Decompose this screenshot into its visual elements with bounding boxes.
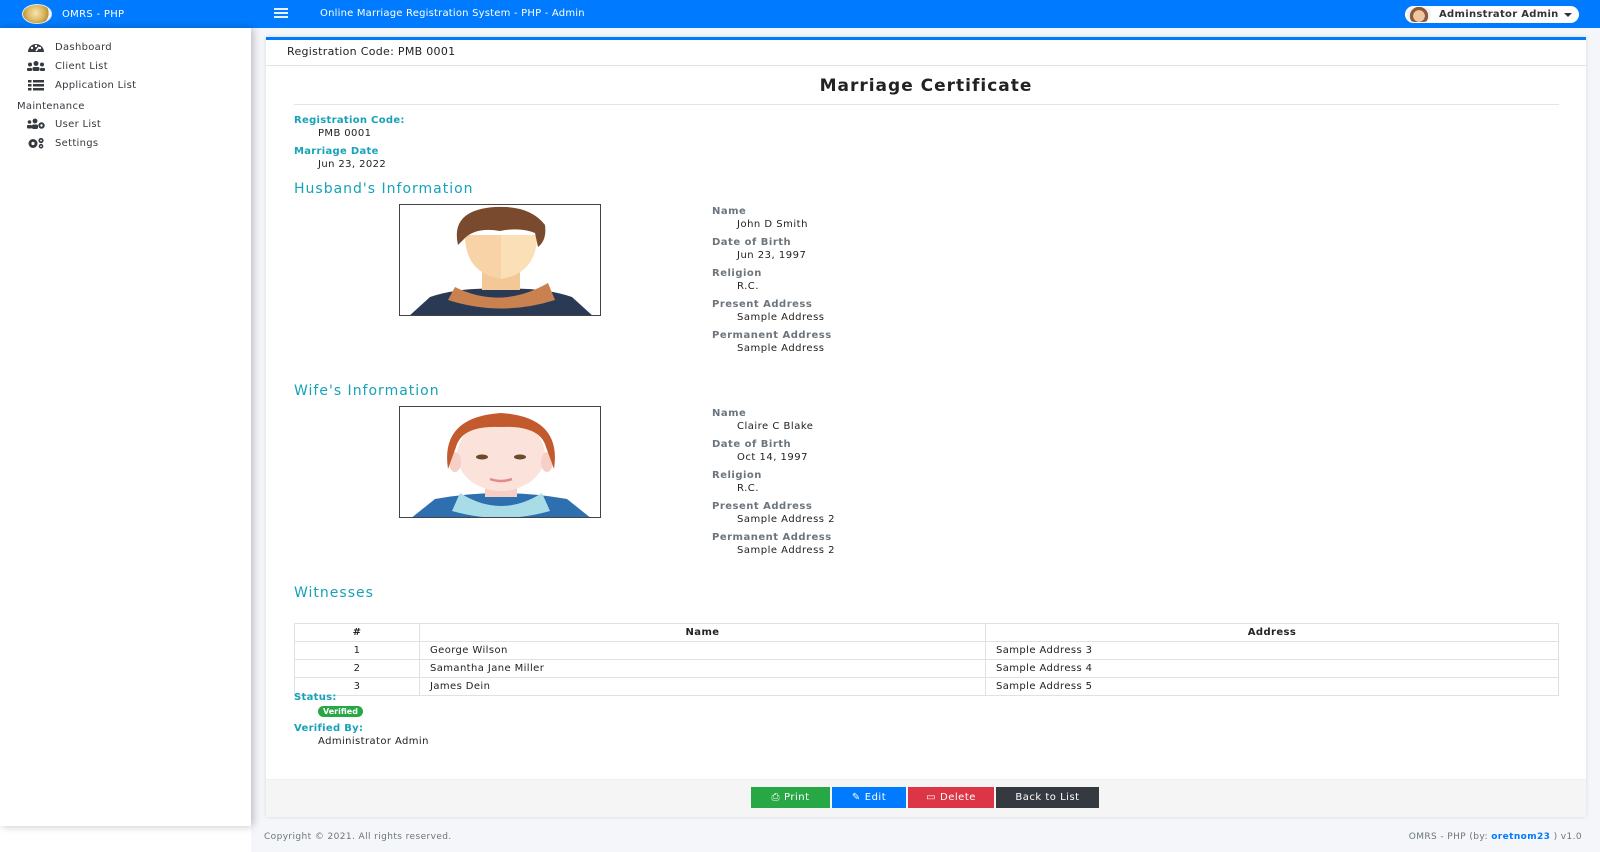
print-button[interactable]: ⎙ Print bbox=[751, 787, 830, 808]
copyright-text: Copyright © 2021. All rights reserved. bbox=[264, 832, 452, 842]
husband-section-title: Husband's Information bbox=[294, 181, 474, 197]
wife-present-address-value: Sample Address 2 bbox=[737, 514, 836, 525]
sidebar-item-settings[interactable]: Settings bbox=[25, 137, 98, 149]
hamburger-icon[interactable] bbox=[274, 8, 288, 19]
witness-number: 1 bbox=[294, 641, 420, 660]
users-cog-icon bbox=[25, 118, 47, 130]
sidebar-item-label: Dashboard bbox=[55, 41, 112, 53]
wife-present-address-label: Present Address bbox=[712, 501, 813, 512]
card-header: Registration Code: PMB 0001 bbox=[266, 40, 1586, 66]
sidebar-item-label: Application List bbox=[55, 79, 137, 91]
husband-dob-label: Date of Birth bbox=[712, 237, 792, 248]
wife-religion-label: Religion bbox=[712, 470, 762, 481]
verified-by-label: Verified By: bbox=[294, 723, 364, 734]
witness-number: 2 bbox=[294, 659, 420, 678]
husband-religion-value: R.C. bbox=[737, 281, 759, 292]
wife-name-label: Name bbox=[712, 408, 747, 419]
credit-prefix: OMRS - PHP (by: bbox=[1408, 832, 1492, 842]
users-icon bbox=[25, 60, 47, 72]
status-badge: Verified bbox=[318, 706, 363, 717]
trash-icon: ▭ bbox=[926, 792, 937, 803]
delete-button[interactable]: ▭ Delete bbox=[908, 787, 994, 808]
husband-dob-value: Jun 23, 1997 bbox=[737, 250, 807, 261]
user-name: Adminstrator Admin bbox=[1439, 9, 1559, 20]
avatar bbox=[1407, 7, 1431, 22]
back-button-label: Back to List bbox=[1015, 792, 1080, 803]
witness-address: Sample Address 4 bbox=[985, 659, 1559, 678]
wife-religion-value: R.C. bbox=[737, 483, 759, 494]
witness-name: Samantha Jane Miller bbox=[419, 659, 986, 678]
rings-logo-icon bbox=[22, 4, 52, 24]
brand-name: OMRS - PHP bbox=[62, 8, 125, 20]
edit-icon: ✎ bbox=[851, 792, 861, 803]
husband-permanent-address-value: Sample Address bbox=[737, 343, 825, 354]
wife-dob-value: Oct 14, 1997 bbox=[737, 452, 808, 463]
husband-religion-label: Religion bbox=[712, 268, 762, 279]
print-button-label: Print bbox=[783, 792, 810, 803]
witnesses-section-title: Witnesses bbox=[294, 585, 374, 601]
sidebar-item-client-list[interactable]: Client List bbox=[25, 60, 108, 72]
witness-address: Sample Address 5 bbox=[985, 677, 1559, 696]
sidebar-item-label: Settings bbox=[55, 137, 99, 149]
wife-dob-label: Date of Birth bbox=[712, 439, 792, 450]
caret-down-icon bbox=[1563, 12, 1572, 17]
sidebar-item-application-list[interactable]: Application List bbox=[25, 79, 136, 91]
husband-permanent-address-label: Permanent Address bbox=[712, 330, 832, 341]
credit-text: OMRS - PHP (by: oretnom23 ) v1.0 bbox=[1409, 832, 1582, 842]
wife-section-title: Wife's Information bbox=[294, 383, 440, 399]
table-row: 1 George Wilson Sample Address 3 bbox=[294, 641, 1559, 660]
edit-button[interactable]: ✎ Edit bbox=[832, 787, 906, 808]
user-menu-dropdown[interactable]: Adminstrator Admin bbox=[1405, 6, 1579, 23]
divider bbox=[294, 104, 1559, 105]
husband-present-address-label: Present Address bbox=[712, 299, 813, 310]
print-icon: ⎙ bbox=[771, 792, 780, 803]
table-row: 3 James Dein Sample Address 5 bbox=[294, 677, 1559, 696]
husband-photo bbox=[399, 204, 601, 316]
marriage-date-value: Jun 23, 2022 bbox=[318, 159, 387, 170]
card-footer: ⎙ Print ✎ Edit ▭ Delete Back to List bbox=[266, 779, 1586, 817]
column-header-name: Name bbox=[419, 623, 986, 642]
back-to-list-button[interactable]: Back to List bbox=[996, 787, 1099, 808]
registration-code-label: Registration Code: bbox=[294, 115, 405, 126]
wife-permanent-address-label: Permanent Address bbox=[712, 532, 832, 543]
tachometer-icon bbox=[25, 41, 47, 53]
sidebar-item-label: Client List bbox=[55, 60, 108, 72]
witness-name: James Dein bbox=[419, 677, 986, 696]
sidebar-item-label: User List bbox=[55, 118, 102, 130]
verified-by-value: Administrator Admin bbox=[318, 736, 429, 747]
witness-address: Sample Address 3 bbox=[985, 641, 1559, 660]
husband-name-label: Name bbox=[712, 206, 747, 217]
sidebar-item-dashboard[interactable]: Dashboard bbox=[25, 41, 112, 53]
column-header-address: Address bbox=[985, 623, 1559, 642]
sidebar-section-header: Maintenance bbox=[17, 101, 85, 112]
table-header-row: # Name Address bbox=[294, 623, 1559, 642]
sidebar: Dashboard Client List Application List M… bbox=[0, 28, 251, 826]
author-link[interactable]: oretnom23 bbox=[1491, 832, 1550, 842]
wife-permanent-address-value: Sample Address 2 bbox=[737, 545, 836, 556]
column-header-number: # bbox=[294, 623, 420, 642]
certificate-title: Marriage Certificate bbox=[819, 76, 1033, 96]
wife-photo bbox=[399, 406, 601, 518]
wife-name-value: Claire C Blake bbox=[737, 421, 814, 432]
certificate-card: Registration Code: PMB 0001 Marriage Cer… bbox=[266, 37, 1586, 817]
husband-present-address-value: Sample Address bbox=[737, 312, 825, 323]
top-navbar: OMRS - PHP Online Marriage Registration … bbox=[0, 0, 1600, 28]
list-icon bbox=[25, 79, 47, 91]
brand-link[interactable]: OMRS - PHP bbox=[0, 0, 251, 28]
cogs-icon bbox=[25, 137, 47, 149]
edit-button-label: Edit bbox=[864, 792, 887, 803]
system-title: Online Marriage Registration System - PH… bbox=[320, 8, 585, 19]
witnesses-table: # Name Address 1 George Wilson Sample Ad… bbox=[294, 623, 1559, 696]
table-row: 2 Samantha Jane Miller Sample Address 4 bbox=[294, 659, 1559, 678]
credit-suffix: ) v1.0 bbox=[1550, 832, 1582, 842]
registration-code-value: PMB 0001 bbox=[318, 128, 372, 139]
marriage-date-label: Marriage Date bbox=[294, 146, 379, 157]
witness-name: George Wilson bbox=[419, 641, 986, 660]
status-label: Status: bbox=[294, 692, 337, 703]
husband-name-value: John D Smith bbox=[737, 219, 808, 230]
delete-button-label: Delete bbox=[940, 792, 976, 803]
sidebar-item-user-list[interactable]: User List bbox=[25, 118, 101, 130]
